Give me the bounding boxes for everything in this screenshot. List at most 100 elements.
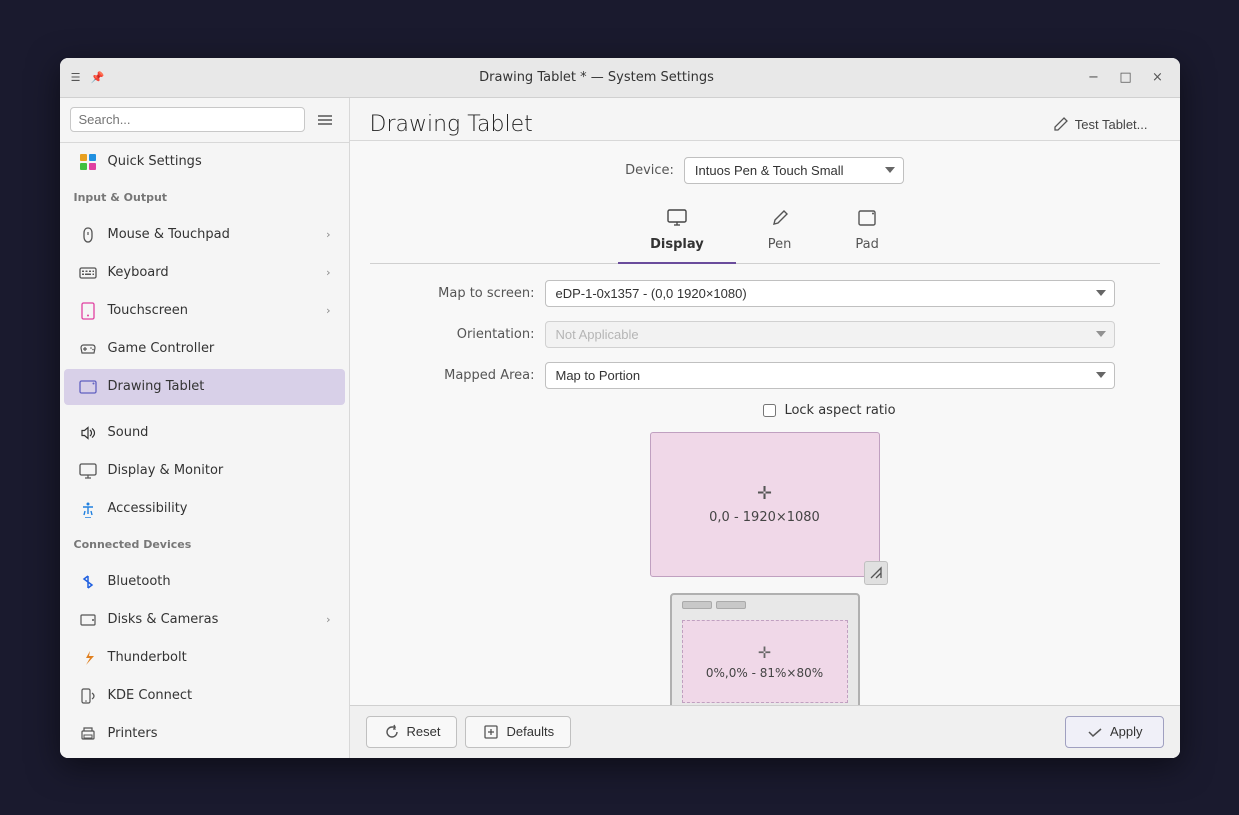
- sidebar-item-drawing-tablet[interactable]: Drawing Tablet: [64, 369, 345, 405]
- move-icon: ✛: [757, 483, 772, 504]
- map-to-screen-row: Map to screen: eDP-1-0x1357 - (0,0 1920×…: [415, 280, 1115, 307]
- pen-tab-icon: [770, 208, 790, 233]
- defaults-button[interactable]: Defaults: [465, 716, 571, 748]
- printers-icon: [78, 724, 98, 744]
- tablet-top-buttons: [682, 601, 746, 609]
- app-menu-icon[interactable]: ☰: [68, 69, 84, 85]
- sidebar-item-disks[interactable]: Disks & Cameras ›: [64, 602, 345, 638]
- footer-bar: Reset Defaults Apply: [350, 705, 1180, 758]
- main-content: Device: Intuos Pen & Touch Small: [350, 141, 1180, 705]
- tab-display[interactable]: Display: [618, 200, 736, 264]
- touchscreen-label: Touchscreen: [108, 303, 317, 318]
- reset-label: Reset: [407, 724, 441, 739]
- sidebar-item-kde-connect[interactable]: KDE Connect: [64, 678, 345, 714]
- hamburger-button[interactable]: [311, 106, 339, 134]
- defaults-icon: [482, 723, 500, 741]
- main-window: ☰ 📌 Drawing Tablet * — System Settings −…: [60, 58, 1180, 758]
- orientation-label: Orientation:: [415, 327, 535, 342]
- mapped-area-container: ✛ 0,0 - 1920×1080: [415, 432, 1115, 705]
- mapped-area-control: Map to Portion: [545, 362, 1115, 389]
- tablet-coords: 0%,0% - 81%×80%: [706, 666, 823, 680]
- search-bar: [60, 98, 349, 143]
- main-panel: Drawing Tablet Test Tablet... Device: In…: [350, 98, 1180, 758]
- page-title: Drawing Tablet: [370, 112, 533, 137]
- sidebar-item-mouse[interactable]: Mouse & Touchpad ›: [64, 217, 345, 253]
- map-to-screen-select[interactable]: eDP-1-0x1357 - (0,0 1920×1080): [545, 280, 1115, 307]
- sidebar-item-quick-settings[interactable]: Quick Settings: [64, 144, 345, 180]
- orientation-control: Not Applicable: [545, 321, 1115, 348]
- titlebar: ☰ 📌 Drawing Tablet * — System Settings −…: [60, 58, 1180, 98]
- pad-tab-icon: [857, 208, 877, 233]
- titlebar-controls: − □ ×: [1080, 65, 1172, 89]
- keyboard-icon: [78, 263, 98, 283]
- mouse-arrow: ›: [326, 228, 330, 241]
- quick-settings-icon: [78, 152, 98, 172]
- sidebar-item-bluetooth[interactable]: Bluetooth: [64, 564, 345, 600]
- keyboard-label: Keyboard: [108, 265, 317, 280]
- close-button[interactable]: ×: [1144, 65, 1172, 89]
- thunderbolt-icon: [78, 648, 98, 668]
- game-controller-label: Game Controller: [108, 341, 331, 356]
- tablet-outer: ✛ 0%,0% - 81%×80%: [670, 593, 860, 705]
- settings-grid: Map to screen: eDP-1-0x1357 - (0,0 1920×…: [415, 280, 1115, 705]
- tab-pad[interactable]: Pad: [823, 200, 910, 264]
- maximize-button[interactable]: □: [1112, 65, 1140, 89]
- content-area: Quick Settings Input & Output Mouse & To…: [60, 98, 1180, 758]
- sidebar-item-thunderbolt[interactable]: Thunderbolt: [64, 640, 345, 676]
- accessibility-icon: [78, 499, 98, 519]
- disks-arrow: ›: [326, 613, 330, 626]
- search-input[interactable]: [70, 107, 305, 132]
- orientation-select[interactable]: Not Applicable: [545, 321, 1115, 348]
- device-label: Device:: [625, 163, 674, 178]
- drawing-tablet-label: Drawing Tablet: [108, 379, 331, 394]
- sidebar-item-display-monitor[interactable]: Display & Monitor: [64, 453, 345, 489]
- section-networking: Networking: [60, 753, 349, 758]
- bluetooth-icon: [78, 572, 98, 592]
- tablet-button-2: [716, 601, 746, 609]
- sound-icon: [78, 423, 98, 443]
- sidebar-item-sound[interactable]: Sound: [64, 415, 345, 451]
- titlebar-app-icons: ☰ 📌: [68, 69, 106, 85]
- tab-pen[interactable]: Pen: [736, 200, 824, 264]
- sidebar-item-keyboard[interactable]: Keyboard ›: [64, 255, 345, 291]
- mapped-area-row: Mapped Area: Map to Portion: [415, 362, 1115, 389]
- tab-pad-label: Pad: [855, 237, 878, 252]
- main-header: Drawing Tablet Test Tablet...: [350, 98, 1180, 141]
- pin-icon[interactable]: 📌: [90, 69, 106, 85]
- sidebar-item-printers[interactable]: Printers: [64, 716, 345, 752]
- lock-aspect-ratio-row: Lock aspect ratio: [545, 403, 1115, 418]
- lock-aspect-ratio-checkbox[interactable]: [763, 404, 776, 417]
- map-to-screen-control: eDP-1-0x1357 - (0,0 1920×1080): [545, 280, 1115, 307]
- quick-settings-label: Quick Settings: [108, 154, 331, 169]
- apply-button[interactable]: Apply: [1065, 716, 1164, 748]
- display-monitor-label: Display & Monitor: [108, 463, 331, 478]
- touchscreen-arrow: ›: [326, 304, 330, 317]
- reset-icon: [383, 723, 401, 741]
- minimize-button[interactable]: −: [1080, 65, 1108, 89]
- screen-preview: ✛ 0,0 - 1920×1080: [650, 432, 880, 577]
- sidebar-item-accessibility[interactable]: Accessibility: [64, 491, 345, 527]
- mouse-icon: [78, 225, 98, 245]
- thunderbolt-label: Thunderbolt: [108, 650, 331, 665]
- tab-pen-label: Pen: [768, 237, 792, 252]
- mapped-area-select[interactable]: Map to Portion: [545, 362, 1115, 389]
- mouse-label: Mouse & Touchpad: [108, 227, 317, 242]
- test-tablet-button[interactable]: Test Tablet...: [1039, 110, 1160, 140]
- reset-button[interactable]: Reset: [366, 716, 458, 748]
- tablet-active-area: ✛ 0%,0% - 81%×80%: [682, 620, 848, 703]
- sidebar-item-touchscreen[interactable]: Touchscreen ›: [64, 293, 345, 329]
- tab-display-label: Display: [650, 237, 704, 252]
- game-controller-icon: [78, 339, 98, 359]
- apply-icon: [1086, 723, 1104, 741]
- section-input-output: Input & Output: [60, 181, 349, 208]
- device-select[interactable]: Intuos Pen & Touch Small: [684, 157, 904, 184]
- lock-aspect-ratio-label[interactable]: Lock aspect ratio: [784, 403, 895, 418]
- display-tab-icon: [667, 208, 687, 233]
- accessibility-label: Accessibility: [108, 501, 331, 516]
- printers-label: Printers: [108, 726, 331, 741]
- bluetooth-label: Bluetooth: [108, 574, 331, 589]
- sidebar-item-game-controller[interactable]: Game Controller: [64, 331, 345, 367]
- tabs-row: Display Pen: [370, 200, 1160, 264]
- screen-resize-handle[interactable]: [864, 561, 888, 585]
- drawing-tablet-icon: [78, 377, 98, 397]
